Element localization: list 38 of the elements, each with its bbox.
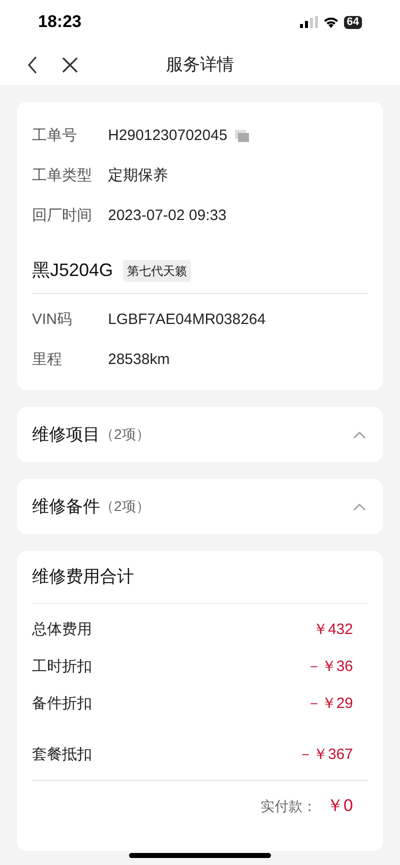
- fee-label: 套餐抵扣: [32, 745, 92, 766]
- chevron-up-icon: [353, 502, 366, 510]
- field-label: 工单号: [32, 126, 78, 146]
- plate-number: 黑J5204G: [32, 259, 114, 282]
- field-value: LGBF7AE04MR038264: [108, 310, 266, 330]
- field-value: 2023-07-02 09:33: [108, 206, 226, 226]
- field-label: 回厂时间: [32, 206, 93, 226]
- paid-label: 实付款：: [260, 796, 317, 816]
- fee-amount: －￥36: [306, 657, 353, 678]
- field-label: 里程: [32, 350, 63, 370]
- fee-title: 维修费用合计: [32, 566, 134, 588]
- paid-amount: ￥0: [326, 795, 353, 818]
- close-icon[interactable]: [62, 56, 78, 72]
- field-value: H2901230702045: [108, 126, 228, 146]
- field-label: 工单类型: [32, 166, 93, 186]
- section-title: 维修备件: [32, 496, 100, 518]
- back-icon[interactable]: [26, 56, 38, 74]
- section-title: 维修项目: [32, 424, 100, 446]
- item-count: （2项）: [100, 425, 150, 444]
- field-label: VIN码: [32, 310, 74, 330]
- fee-label: 总体费用: [32, 620, 92, 640]
- signal-icon: [300, 16, 318, 28]
- fee-label: 备件折扣: [32, 694, 92, 714]
- fee-amount: －￥29: [306, 694, 353, 714]
- status-time: 18:23: [38, 11, 82, 34]
- model-tag: 第七代天籁: [123, 260, 192, 282]
- section-header[interactable]: 维修备件（2项）: [17, 479, 383, 534]
- chevron-up-icon: [353, 430, 366, 438]
- wifi-icon: [322, 16, 339, 28]
- page-title: 服务详情: [166, 54, 234, 76]
- fee-amount: ￥432: [312, 620, 353, 640]
- fee-label: 工时折扣: [32, 657, 92, 678]
- field-value: 28538km: [108, 350, 170, 370]
- item-count: （2项）: [100, 497, 150, 516]
- battery-indicator: 64: [344, 16, 362, 28]
- section-header[interactable]: 维修项目（2项）: [17, 407, 383, 462]
- fee-amount: －￥367: [298, 745, 353, 766]
- field-value: 定期保养: [108, 166, 168, 186]
